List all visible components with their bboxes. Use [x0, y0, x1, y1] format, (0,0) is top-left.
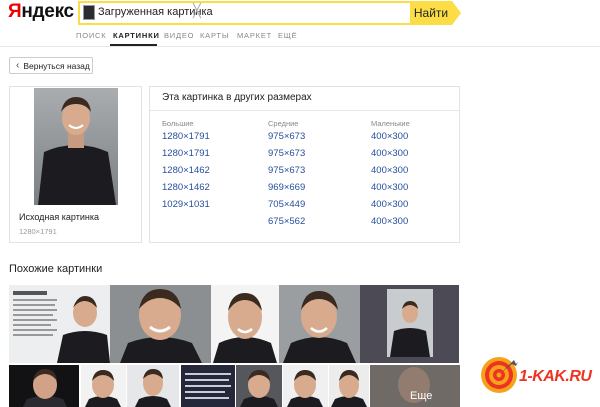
other-sizes-title: Эта картинка в других размерах: [162, 92, 312, 103]
size-link-small[interactable]: 400×300: [371, 182, 408, 193]
find-button[interactable]: Найти: [410, 1, 452, 25]
size-link-large[interactable]: 1280×1462: [162, 182, 210, 193]
header-divider: [0, 46, 600, 47]
tab-more[interactable]: ЕЩЁ: [278, 31, 297, 40]
similar-image[interactable]: [9, 365, 79, 407]
back-button-label: Вернуться назад: [23, 60, 90, 71]
similar-image[interactable]: [279, 285, 360, 363]
size-link-large[interactable]: 1280×1462: [162, 165, 210, 176]
size-link-medium[interactable]: 975×673: [268, 148, 305, 159]
similar-image[interactable]: [283, 365, 328, 407]
size-link-medium[interactable]: 975×673: [268, 131, 305, 142]
size-link-medium[interactable]: 975×673: [268, 165, 305, 176]
find-button-arrow: [452, 1, 461, 25]
size-link-small[interactable]: 400×300: [371, 131, 408, 142]
tab-maps[interactable]: КАРТЫ: [200, 31, 229, 40]
watermark-text: 1-KAK.RU: [519, 368, 592, 385]
original-image[interactable]: [34, 88, 118, 205]
other-sizes-divider: [150, 110, 459, 111]
clear-icon[interactable]: ╳: [193, 3, 201, 19]
similar-image[interactable]: [211, 285, 279, 363]
original-image-size: 1280×1791: [19, 227, 57, 236]
original-image-label[interactable]: Исходная картинка: [19, 212, 99, 222]
size-link-medium[interactable]: 705×449: [268, 199, 305, 210]
tab-video[interactable]: ВИДЕО: [164, 31, 194, 40]
uploaded-image-thumbnail: [83, 5, 95, 20]
yandex-logo[interactable]: Яндекс: [8, 1, 74, 23]
similar-image[interactable]: [9, 285, 110, 363]
similar-images-title: Похожие картинки: [9, 263, 103, 275]
size-link-medium[interactable]: 675×562: [268, 216, 305, 227]
column-header-medium: Средние: [268, 119, 299, 128]
column-header-large: Большие: [162, 119, 194, 128]
column-header-small: Маленькие: [371, 119, 410, 128]
size-link-small[interactable]: 400×300: [371, 216, 408, 227]
size-link-large[interactable]: 1280×1791: [162, 148, 210, 159]
size-link-small[interactable]: 400×300: [371, 199, 408, 210]
target-logo-icon: [480, 356, 518, 399]
tab-images[interactable]: КАРТИНКИ: [113, 31, 160, 40]
similar-image[interactable]: [110, 285, 211, 363]
tab-search[interactable]: ПОИСК: [76, 31, 106, 40]
similar-image[interactable]: [127, 365, 179, 407]
chevron-left-icon: ‹: [16, 60, 20, 71]
size-link-large[interactable]: 1280×1791: [162, 131, 210, 142]
size-link-large[interactable]: 1029×1031: [162, 199, 210, 210]
similar-image[interactable]: [236, 365, 282, 407]
size-link-small[interactable]: 400×300: [371, 165, 408, 176]
similar-image[interactable]: [181, 365, 235, 407]
similar-image[interactable]: [81, 365, 126, 407]
size-link-small[interactable]: 400×300: [371, 148, 408, 159]
more-images-label[interactable]: Еще: [410, 390, 432, 402]
size-link-medium[interactable]: 969×669: [268, 182, 305, 193]
tab-market[interactable]: МАРКЕТ: [237, 31, 272, 40]
back-button[interactable]: ‹ Вернуться назад: [9, 57, 93, 74]
similar-image[interactable]: [360, 285, 459, 363]
similar-image[interactable]: [329, 365, 369, 407]
